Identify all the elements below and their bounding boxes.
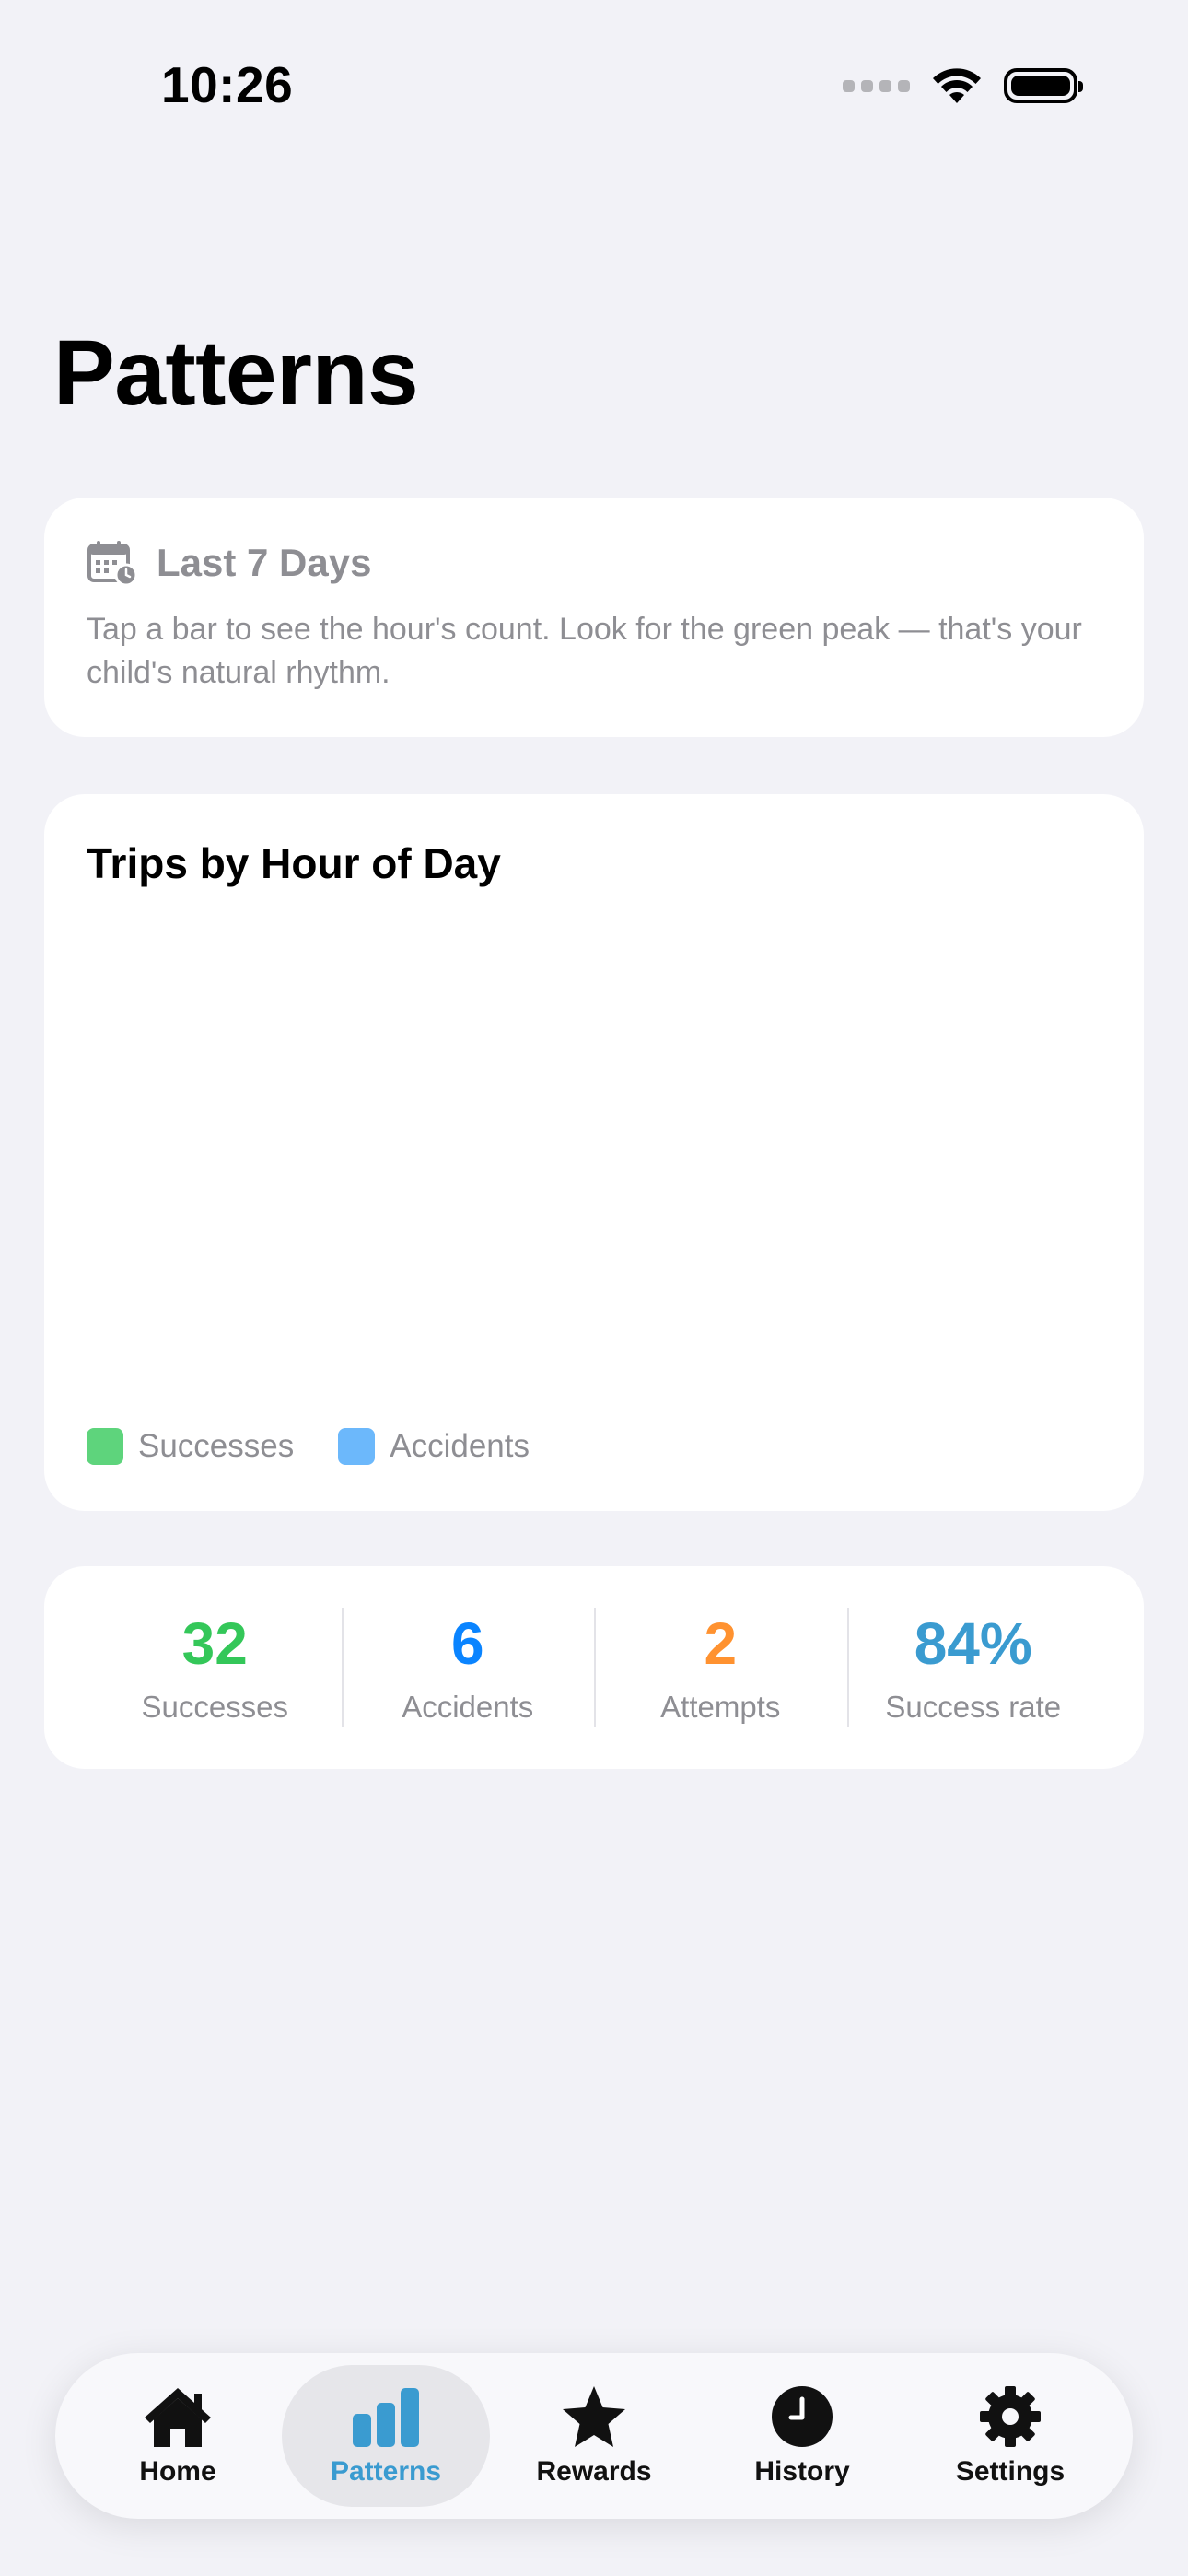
- tab-label: History: [754, 2456, 850, 2487]
- calendar-clock-icon: [87, 541, 138, 586]
- tab-settings[interactable]: Settings: [906, 2365, 1114, 2507]
- stat-attempts: 2 Attempts: [594, 1608, 847, 1727]
- gear-icon: [980, 2386, 1041, 2447]
- legend-swatch-successes: [87, 1428, 123, 1465]
- stat-success-rate: 84% Success rate: [846, 1608, 1101, 1727]
- tab-bar: Home Patterns Rewards History Settings: [55, 2353, 1133, 2519]
- stat-label: Success rate: [885, 1690, 1062, 1724]
- tab-patterns[interactable]: Patterns: [282, 2365, 490, 2507]
- chart-plot-area[interactable]: [87, 923, 1101, 1264]
- status-time: 10:26: [161, 56, 294, 113]
- tab-label: Settings: [955, 2456, 1066, 2487]
- stat-label: Successes: [141, 1690, 289, 1724]
- tab-label: Patterns: [330, 2456, 442, 2487]
- info-card: Last 7 Days Tap a bar to see the hour's …: [44, 498, 1144, 737]
- stats-card: 32 Successes 6 Accidents 2 Attempts 84% …: [44, 1566, 1144, 1769]
- info-card-header: Last 7 Days: [87, 540, 1101, 586]
- legend-label-accidents: Accidents: [390, 1428, 530, 1464]
- bar-chart-icon: [353, 2388, 419, 2447]
- tab-label: Rewards: [536, 2456, 652, 2487]
- tab-history[interactable]: History: [698, 2365, 906, 2507]
- info-card-title: Last 7 Days: [157, 541, 372, 584]
- chart-legend: Successes Accidents: [87, 1428, 530, 1465]
- stat-label: Attempts: [660, 1690, 781, 1724]
- house-icon: [145, 2388, 211, 2447]
- tab-rewards[interactable]: Rewards: [490, 2365, 698, 2507]
- info-card-description: Tap a bar to see the hour's count. Look …: [87, 612, 1082, 690]
- legend-item-accidents: Accidents: [338, 1428, 530, 1465]
- wifi-icon: [933, 68, 981, 103]
- chart-card: Trips by Hour of Day Successes Accidents: [44, 794, 1144, 1511]
- legend-swatch-accidents: [338, 1428, 376, 1465]
- legend-label-successes: Successes: [138, 1428, 295, 1464]
- stat-value: 32: [181, 1610, 248, 1677]
- clock-icon: [772, 2386, 833, 2447]
- stat-value: 6: [450, 1610, 484, 1677]
- battery-icon: [1004, 68, 1083, 103]
- page-title: Patterns: [53, 322, 419, 425]
- chart-title: Trips by Hour of Day: [87, 839, 501, 887]
- stat-value: 84%: [914, 1610, 1032, 1677]
- status-icons: [843, 66, 1083, 105]
- tab-home[interactable]: Home: [74, 2365, 282, 2507]
- cellular-signal-icon: [843, 79, 910, 92]
- stat-label: Accidents: [402, 1690, 534, 1724]
- stat-accidents: 6 Accidents: [341, 1608, 595, 1727]
- star-icon: [563, 2386, 625, 2447]
- stat-successes: 32 Successes: [88, 1608, 342, 1727]
- legend-item-successes: Successes: [87, 1428, 294, 1465]
- stat-value: 2: [704, 1610, 738, 1677]
- tab-label: Home: [139, 2456, 216, 2487]
